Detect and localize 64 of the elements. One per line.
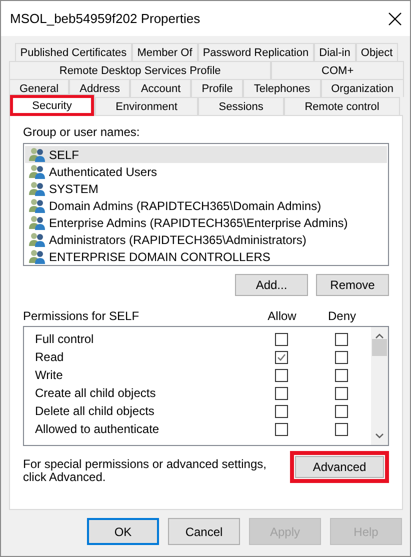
tab[interactable]: Environment — [95, 97, 198, 115]
permissions-label: Permissions for SELF — [23, 309, 140, 323]
scroll-down-icon[interactable] — [375, 433, 384, 439]
window-title: MSOL_beb54959f202 Properties — [10, 11, 200, 26]
permission-name: Allowed to authenticate — [34, 422, 160, 436]
permission-name: Write — [34, 368, 64, 382]
user-list-item[interactable]: Enterprise Admins (RAPIDTECH365\Enterprise Admins) — [25, 214, 387, 231]
scrollbar[interactable] — [371, 327, 388, 445]
list-button[interactable]: Add... — [235, 274, 308, 296]
tab[interactable]: Address — [69, 79, 130, 97]
scroll-up-icon[interactable] — [375, 333, 384, 339]
scroll-thumb[interactable] — [372, 339, 387, 356]
users-icon — [29, 181, 46, 196]
users-icon — [29, 249, 46, 264]
tab[interactable]: COM+ — [271, 61, 404, 79]
user-list-item[interactable]: Domain Admins (RAPIDTECH365\Domain Admins) — [25, 197, 387, 214]
checkbox[interactable] — [334, 350, 348, 364]
tab[interactable]: Password Replication — [198, 43, 314, 61]
permission-name: Create all child objects — [34, 386, 157, 400]
tab[interactable]: Object — [356, 43, 398, 61]
users-icon — [29, 198, 46, 213]
tab[interactable]: Member Of — [132, 43, 198, 61]
tab[interactable]: Remote Desktop Services Profile — [9, 61, 272, 79]
checkbox[interactable] — [334, 332, 348, 346]
tab[interactable]: Sessions — [198, 97, 284, 115]
list-button[interactable]: Remove — [316, 274, 389, 296]
tab[interactable]: Remote control — [284, 97, 400, 115]
checkbox[interactable] — [274, 404, 288, 418]
list-label: Group or user names: — [23, 125, 141, 139]
column-header: Allow — [266, 309, 298, 323]
checkbox[interactable] — [274, 422, 288, 436]
checkbox[interactable] — [274, 386, 288, 400]
user-list-item[interactable]: Administrators (RAPIDTECH365\Administrators) — [25, 231, 387, 248]
tab[interactable]: Organization — [320, 79, 404, 97]
user-list-item[interactable]: SELF — [25, 146, 387, 163]
tab[interactable]: Published Certificates — [15, 43, 132, 61]
checkbox[interactable] — [274, 332, 288, 346]
user-list-item[interactable]: ENTERPRISE DOMAIN CONTROLLERS — [25, 248, 387, 265]
checkbox[interactable] — [334, 422, 348, 436]
close-icon[interactable] — [388, 12, 402, 26]
advanced-hint: For special permissions or advanced settings, click Advanced. — [23, 458, 268, 484]
checkbox[interactable] — [274, 368, 288, 382]
user-list-item[interactable]: Authenticated Users — [25, 163, 387, 180]
users-icon — [29, 147, 46, 162]
tab[interactable]: Profile — [191, 79, 244, 97]
permission-name: Read — [34, 350, 65, 364]
permission-name: Full control — [34, 332, 95, 346]
user-list-item[interactable]: SYSTEM — [25, 180, 387, 197]
tab[interactable]: Dial-in — [314, 43, 356, 61]
tab[interactable]: Security — [9, 94, 95, 116]
checkbox[interactable] — [334, 386, 348, 400]
users-icon — [29, 164, 46, 179]
checkbox[interactable] — [334, 404, 348, 418]
tab[interactable]: Telephones — [243, 79, 321, 97]
column-header: Deny — [326, 309, 357, 323]
checkbox[interactable] — [334, 368, 348, 382]
tab[interactable]: Account — [130, 79, 192, 97]
permission-name: Delete all child objects — [34, 404, 156, 418]
advanced-button[interactable]: Advanced — [295, 456, 384, 478]
checkbox[interactable] — [274, 350, 288, 364]
users-icon — [29, 232, 46, 247]
dialog-button[interactable]: OK — [87, 518, 159, 545]
users-icon — [29, 215, 46, 230]
dialog-button[interactable]: Cancel — [168, 518, 240, 545]
